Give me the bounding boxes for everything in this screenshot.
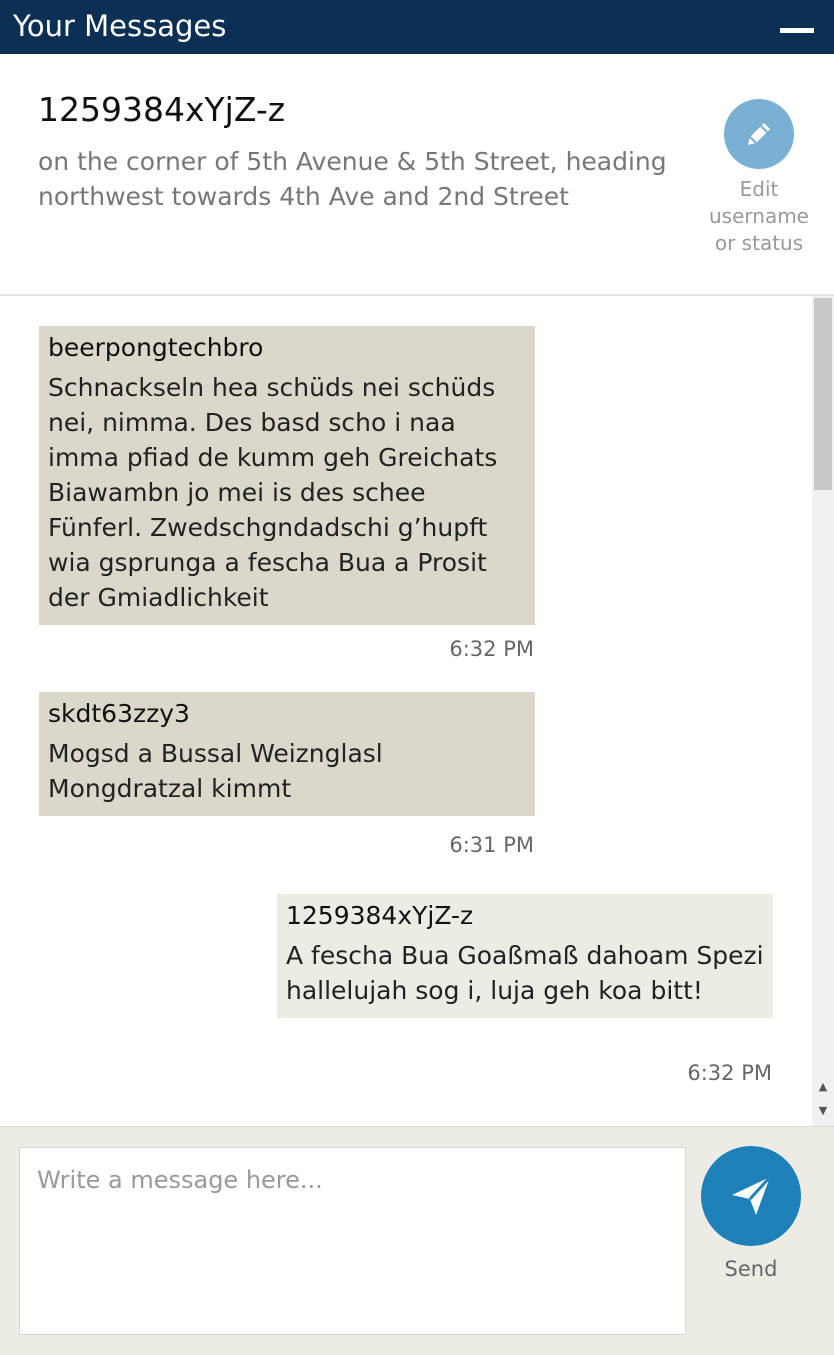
message-timestamp: 6:32 PM: [449, 637, 534, 661]
message-bubble-received: skdt63zzy3 Mogsd a Bussal Weiznglasl Mon…: [39, 692, 535, 816]
message-author: 1259384xYjZ-z: [286, 901, 474, 930]
send-label: Send: [724, 1257, 778, 1281]
message-text: Mogsd a Bussal Weiznglasl Mongdratzal ki…: [48, 739, 383, 803]
message-bubble-sent: 1259384xYjZ-z A fescha Bua Goaßmaß dahoa…: [277, 894, 773, 1018]
paper-plane-icon: [732, 1175, 772, 1215]
message-bubble-received: beerpongtechbro Schnackseln hea schüds n…: [39, 326, 535, 625]
message-thread[interactable]: beerpongtechbro Schnackseln hea schüds n…: [0, 296, 812, 1126]
message-input[interactable]: [19, 1147, 686, 1335]
scrollbar-thumb[interactable]: [814, 298, 832, 490]
scroll-up-arrow-icon[interactable]: ▲: [812, 1078, 834, 1096]
message-timestamp: 6:32 PM: [687, 1061, 772, 1085]
message-text: A fescha Bua Goaßmaß dahoam Spezi hallel…: [286, 941, 764, 1005]
edit-profile-button[interactable]: Edit username or status: [706, 99, 812, 257]
message-author: skdt63zzy3: [48, 699, 190, 728]
message-author: beerpongtechbro: [48, 333, 264, 362]
profile-section: 1259384xYjZ-z on the corner of 5th Avenu…: [0, 54, 834, 294]
profile-status: on the corner of 5th Avenue & 5th Street…: [38, 147, 667, 211]
edit-profile-label: Edit username or status: [709, 177, 809, 255]
message-timestamp: 6:31 PM: [449, 833, 534, 857]
title-bar: Your Messages: [0, 0, 834, 54]
send-button[interactable]: Send: [701, 1146, 801, 1282]
edit-button-circle[interactable]: [724, 99, 794, 169]
profile-username: 1259384xYjZ-z: [38, 90, 286, 129]
pencil-icon: [748, 123, 770, 145]
minimize-button[interactable]: [780, 18, 814, 36]
window-title: Your Messages: [13, 9, 227, 43]
message-text: Schnackseln hea schüds nei schüds nei, n…: [48, 373, 498, 612]
minus-icon: [780, 28, 814, 33]
scroll-down-arrow-icon[interactable]: ▼: [812, 1102, 834, 1120]
send-button-circle[interactable]: [701, 1146, 801, 1246]
thread-scrollbar[interactable]: ▲ ▼: [812, 296, 834, 1126]
message-composer: Send: [0, 1126, 834, 1355]
